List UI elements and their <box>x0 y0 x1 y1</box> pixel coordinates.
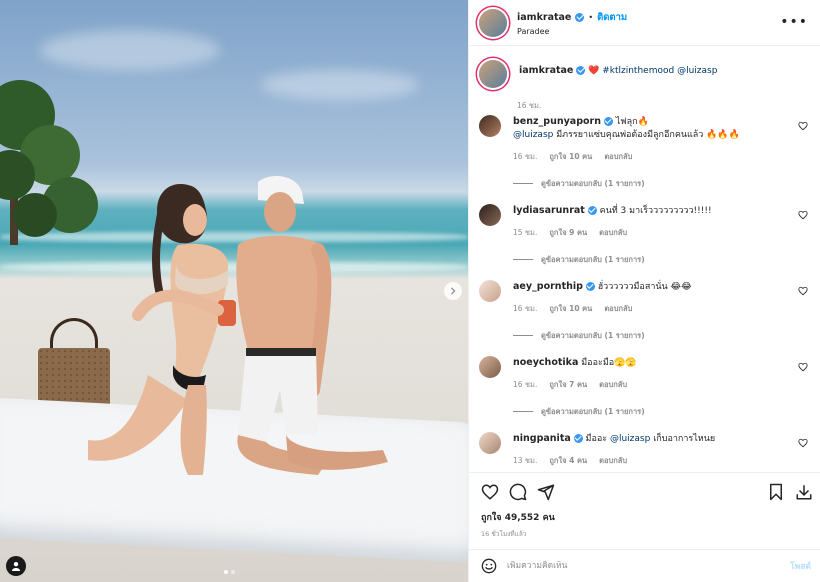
avatar[interactable] <box>479 280 501 302</box>
avatar[interactable] <box>479 115 501 137</box>
verified-badge-icon <box>573 433 583 443</box>
view-replies-button[interactable]: ดูข้อความตอบกลับ (1 รายการ) <box>513 253 783 266</box>
comment-time: 15 ชม. <box>513 228 538 237</box>
post-actions <box>469 472 820 512</box>
save-bookmark-icon[interactable] <box>767 483 785 501</box>
reply-button[interactable]: ตอบกลับ <box>599 454 627 467</box>
verified-badge-icon <box>603 116 613 126</box>
comment-likes[interactable]: ถูกใจ 9 คน <box>549 226 587 239</box>
reply-button[interactable]: ตอบกลับ <box>599 378 627 391</box>
view-replies-button[interactable]: ดูข้อความตอบกลับ (1 รายการ) <box>513 177 783 190</box>
comment-username[interactable]: aey_pornthip <box>513 281 583 292</box>
view-replies-button[interactable]: ดูข้อความตอบกลับ (1 รายการ) <box>513 405 783 418</box>
comment-time: 16 ชม. <box>513 152 538 161</box>
add-comment-bar: โพสต์ <box>469 549 820 582</box>
user-icon <box>12 562 20 571</box>
comment-username[interactable]: noeychotika <box>513 357 578 368</box>
caption-username[interactable]: iamkratae <box>519 65 573 76</box>
share-icon[interactable] <box>537 483 555 501</box>
view-replies-button[interactable]: ดูข้อความตอบกลับ (1 รายการ) <box>513 329 783 342</box>
verified-badge-icon <box>576 65 586 75</box>
comment-item: noeychotika มืออะมือ🫣🫣 16 ชม. ถูกใจ 7 คน… <box>479 356 814 418</box>
carousel-dot <box>224 570 228 574</box>
like-comment-heart-icon[interactable] <box>798 286 808 296</box>
hashtag-link[interactable]: #ktlzinthemood <box>602 66 674 76</box>
post-time: 16 ชั่วโมงที่แล้ว <box>481 530 527 538</box>
comment-text: คนที่ 3 มาเร็ววววววววว!!!!! <box>599 206 712 216</box>
mention-link[interactable]: @luizasp <box>677 66 717 76</box>
carousel-dots <box>224 570 235 574</box>
caption: iamkratae ❤️ #ktlzinthemood @luizasp 16 … <box>479 60 814 112</box>
view-replies-label: ดูข้อความตอบกลับ (1 รายการ) <box>541 255 645 264</box>
verified-badge-icon <box>587 205 597 215</box>
comment-time: 16 ชม. <box>513 380 538 389</box>
reply-button[interactable]: ตอบกลับ <box>599 226 627 239</box>
comment-text: มืออะ <box>585 434 608 444</box>
verified-badge-icon <box>575 12 585 22</box>
view-replies-label: ดูข้อความตอบกลับ (1 รายการ) <box>541 179 645 188</box>
comment-icon[interactable] <box>509 483 527 501</box>
view-replies-label: ดูข้อความตอบกลับ (1 รายการ) <box>541 331 645 340</box>
avatar[interactable] <box>479 432 501 454</box>
download-icon[interactable] <box>795 483 813 501</box>
heart-emoji: ❤️ <box>588 66 600 76</box>
post-photo[interactable] <box>0 0 468 582</box>
reply-button[interactable]: ตอบกลับ <box>604 150 632 163</box>
comment-text: ฮั่ววววววมือสานั่น 😂😂 <box>597 282 692 292</box>
verified-badge-icon <box>585 281 595 291</box>
more-options-icon[interactable]: ••• <box>780 14 808 30</box>
comment-time: 13 ชม. <box>513 456 538 465</box>
avatar[interactable] <box>479 60 507 88</box>
like-heart-icon[interactable] <box>481 483 499 501</box>
comment-text: เก็บอาการไหนย <box>653 434 716 444</box>
post-comment-button[interactable]: โพสต์ <box>790 559 811 573</box>
man-figure <box>236 176 388 475</box>
comment-item: lydiasarunrat คนที่ 3 มาเร็ววววววววว!!!!… <box>479 204 814 266</box>
carousel-dot <box>231 570 235 574</box>
cloud <box>260 70 420 100</box>
chevron-right-icon <box>450 287 456 295</box>
comment-likes[interactable]: ถูกใจ 10 คน <box>549 302 592 315</box>
comment-item: benz_punyaporn ไฟลุก🔥 @luizasp มีภรรยาแซ… <box>479 115 814 190</box>
likes-count[interactable]: ถูกใจ 49,552 คน <box>481 510 555 524</box>
post-header: iamkratae • ติดตาม Paradee ••• <box>469 0 820 46</box>
comment-likes[interactable]: ถูกใจ 7 คน <box>549 378 587 391</box>
comment-username[interactable]: lydiasarunrat <box>513 205 585 216</box>
comment-item: ningpanita มืออะ @luizasp เก็บอาการไหนย … <box>479 432 814 467</box>
comment-input[interactable] <box>507 561 757 571</box>
comment-likes[interactable]: ถูกใจ 10 คน <box>549 150 592 163</box>
separator-dot: • <box>588 12 594 22</box>
comments-list[interactable]: iamkratae ❤️ #ktlzinthemood @luizasp 16 … <box>469 47 820 472</box>
reply-button[interactable]: ตอบกลับ <box>604 302 632 315</box>
comment-text: ไฟลุก🔥 <box>615 117 649 127</box>
avatar[interactable] <box>479 204 501 226</box>
comment-item: aey_pornthip ฮั่ววววววมือสานั่น 😂😂 16 ชม… <box>479 280 814 342</box>
comment-username[interactable]: benz_punyaporn <box>513 116 601 127</box>
like-comment-heart-icon[interactable] <box>798 438 808 448</box>
next-photo-button[interactable] <box>444 282 462 300</box>
emoji-icon[interactable] <box>481 558 497 574</box>
post-side-panel: iamkratae • ติดตาม Paradee ••• iamkratae… <box>468 0 820 582</box>
comment-likes[interactable]: ถูกใจ 4 คน <box>549 454 587 467</box>
view-replies-label: ดูข้อความตอบกลับ (1 รายการ) <box>541 407 645 416</box>
like-comment-heart-icon[interactable] <box>798 210 808 220</box>
comment-time: 16 ชม. <box>513 304 538 313</box>
avatar[interactable] <box>479 8 507 37</box>
comment-text: มืออะมือ🫣🫣 <box>581 358 637 368</box>
avatar[interactable] <box>479 356 501 378</box>
tagged-users-button[interactable] <box>6 556 26 576</box>
mention-link[interactable]: @luizasp <box>513 130 553 140</box>
like-comment-heart-icon[interactable] <box>798 362 808 372</box>
mention-link[interactable]: @luizasp <box>610 434 650 444</box>
comment-username[interactable]: ningpanita <box>513 433 571 444</box>
location-link[interactable]: Paradee <box>517 27 627 36</box>
comment-text: มีภรรยาแซ่บคุณพ่อต้องมีลูกอีกคนแล้ว 🔥🔥🔥 <box>556 130 740 140</box>
like-comment-heart-icon[interactable] <box>798 121 808 131</box>
caption-time: 16 ชม. <box>517 101 542 110</box>
author-username[interactable]: iamkratae <box>517 12 571 23</box>
follow-button[interactable]: ติดตาม <box>597 10 627 25</box>
